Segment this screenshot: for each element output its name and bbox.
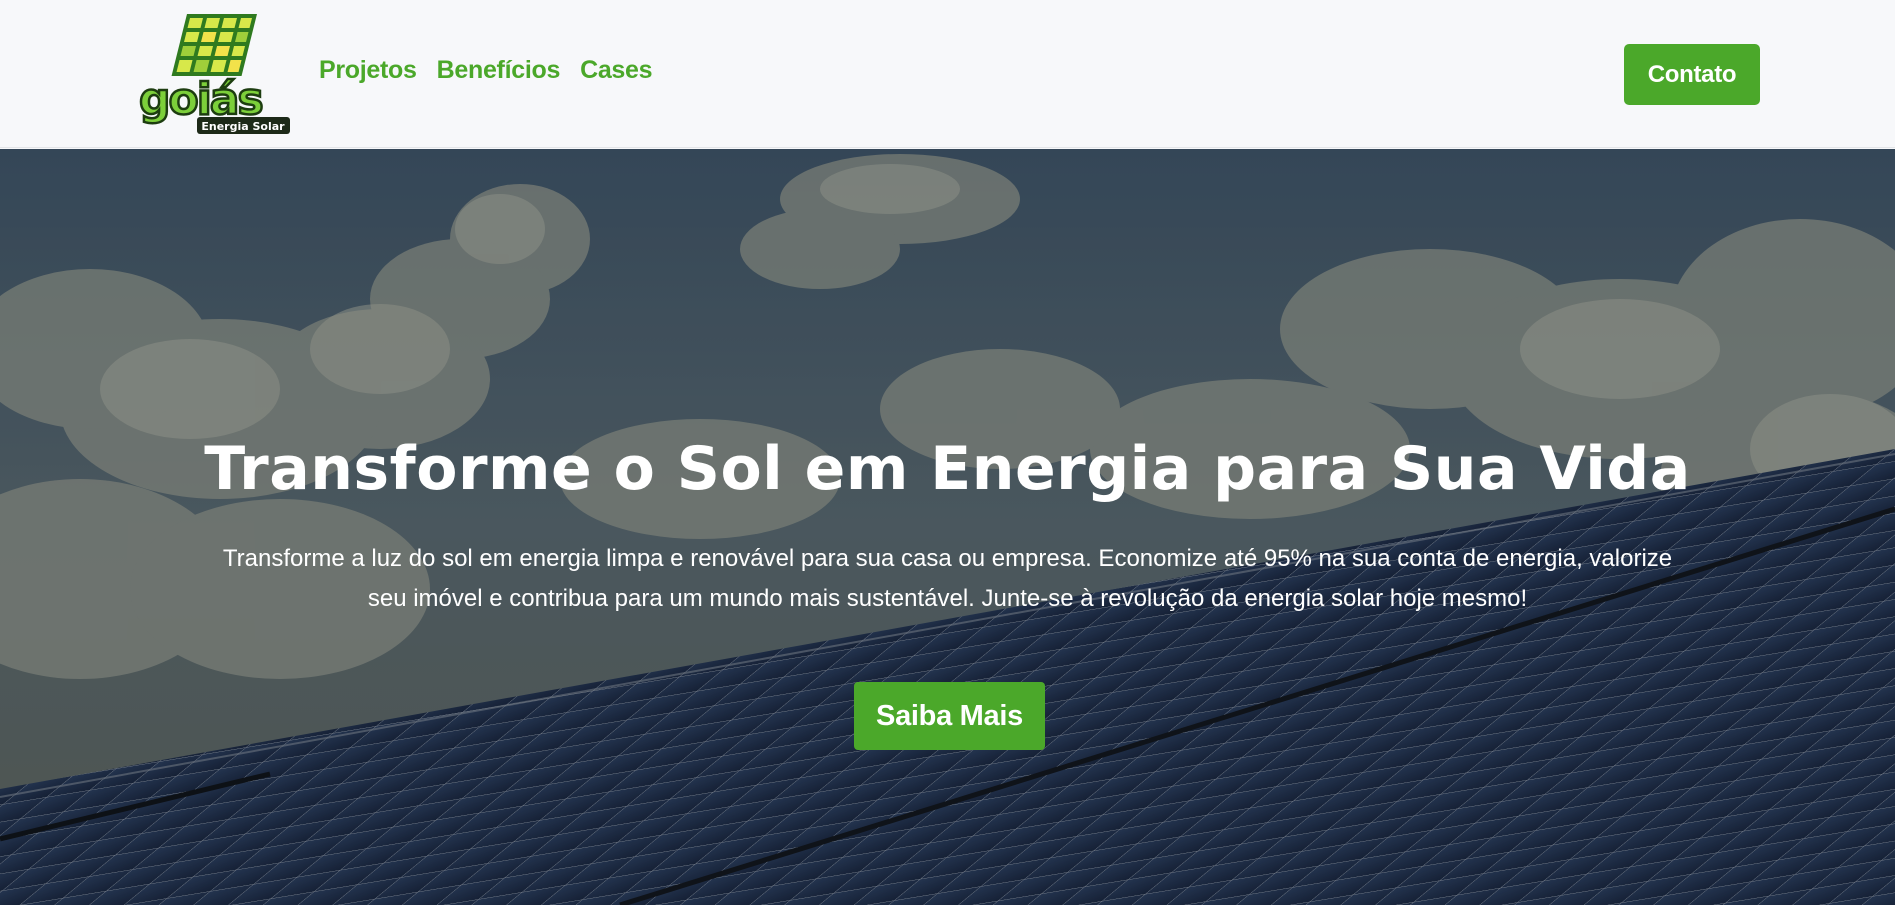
nav-link-cases[interactable]: Cases xyxy=(580,56,652,85)
contact-button[interactable]: Contato xyxy=(1624,44,1760,105)
brand-logo[interactable]: goiás Energia Solar xyxy=(137,12,292,137)
nav-link-beneficios[interactable]: Benefícios xyxy=(437,56,561,85)
learn-more-button[interactable]: Saiba Mais xyxy=(854,682,1045,750)
hero-overlay xyxy=(0,149,1895,905)
hero-title: Transforme o Sol em Energia para Sua Vid… xyxy=(204,434,1691,504)
hero-description: Transforme a luz do sol em energia limpa… xyxy=(222,545,1673,612)
logo-subtext: Energia Solar xyxy=(201,120,285,133)
solar-panel-logo-icon: goiás Energia Solar xyxy=(138,14,290,134)
main-nav: Projetos Benefícios Cases xyxy=(319,56,653,85)
nav-link-projetos[interactable]: Projetos xyxy=(319,56,417,85)
hero-section: Transforme o Sol em Energia para Sua Vid… xyxy=(0,149,1895,905)
site-header: goiás Energia Solar Projetos Benefícios … xyxy=(0,0,1895,148)
